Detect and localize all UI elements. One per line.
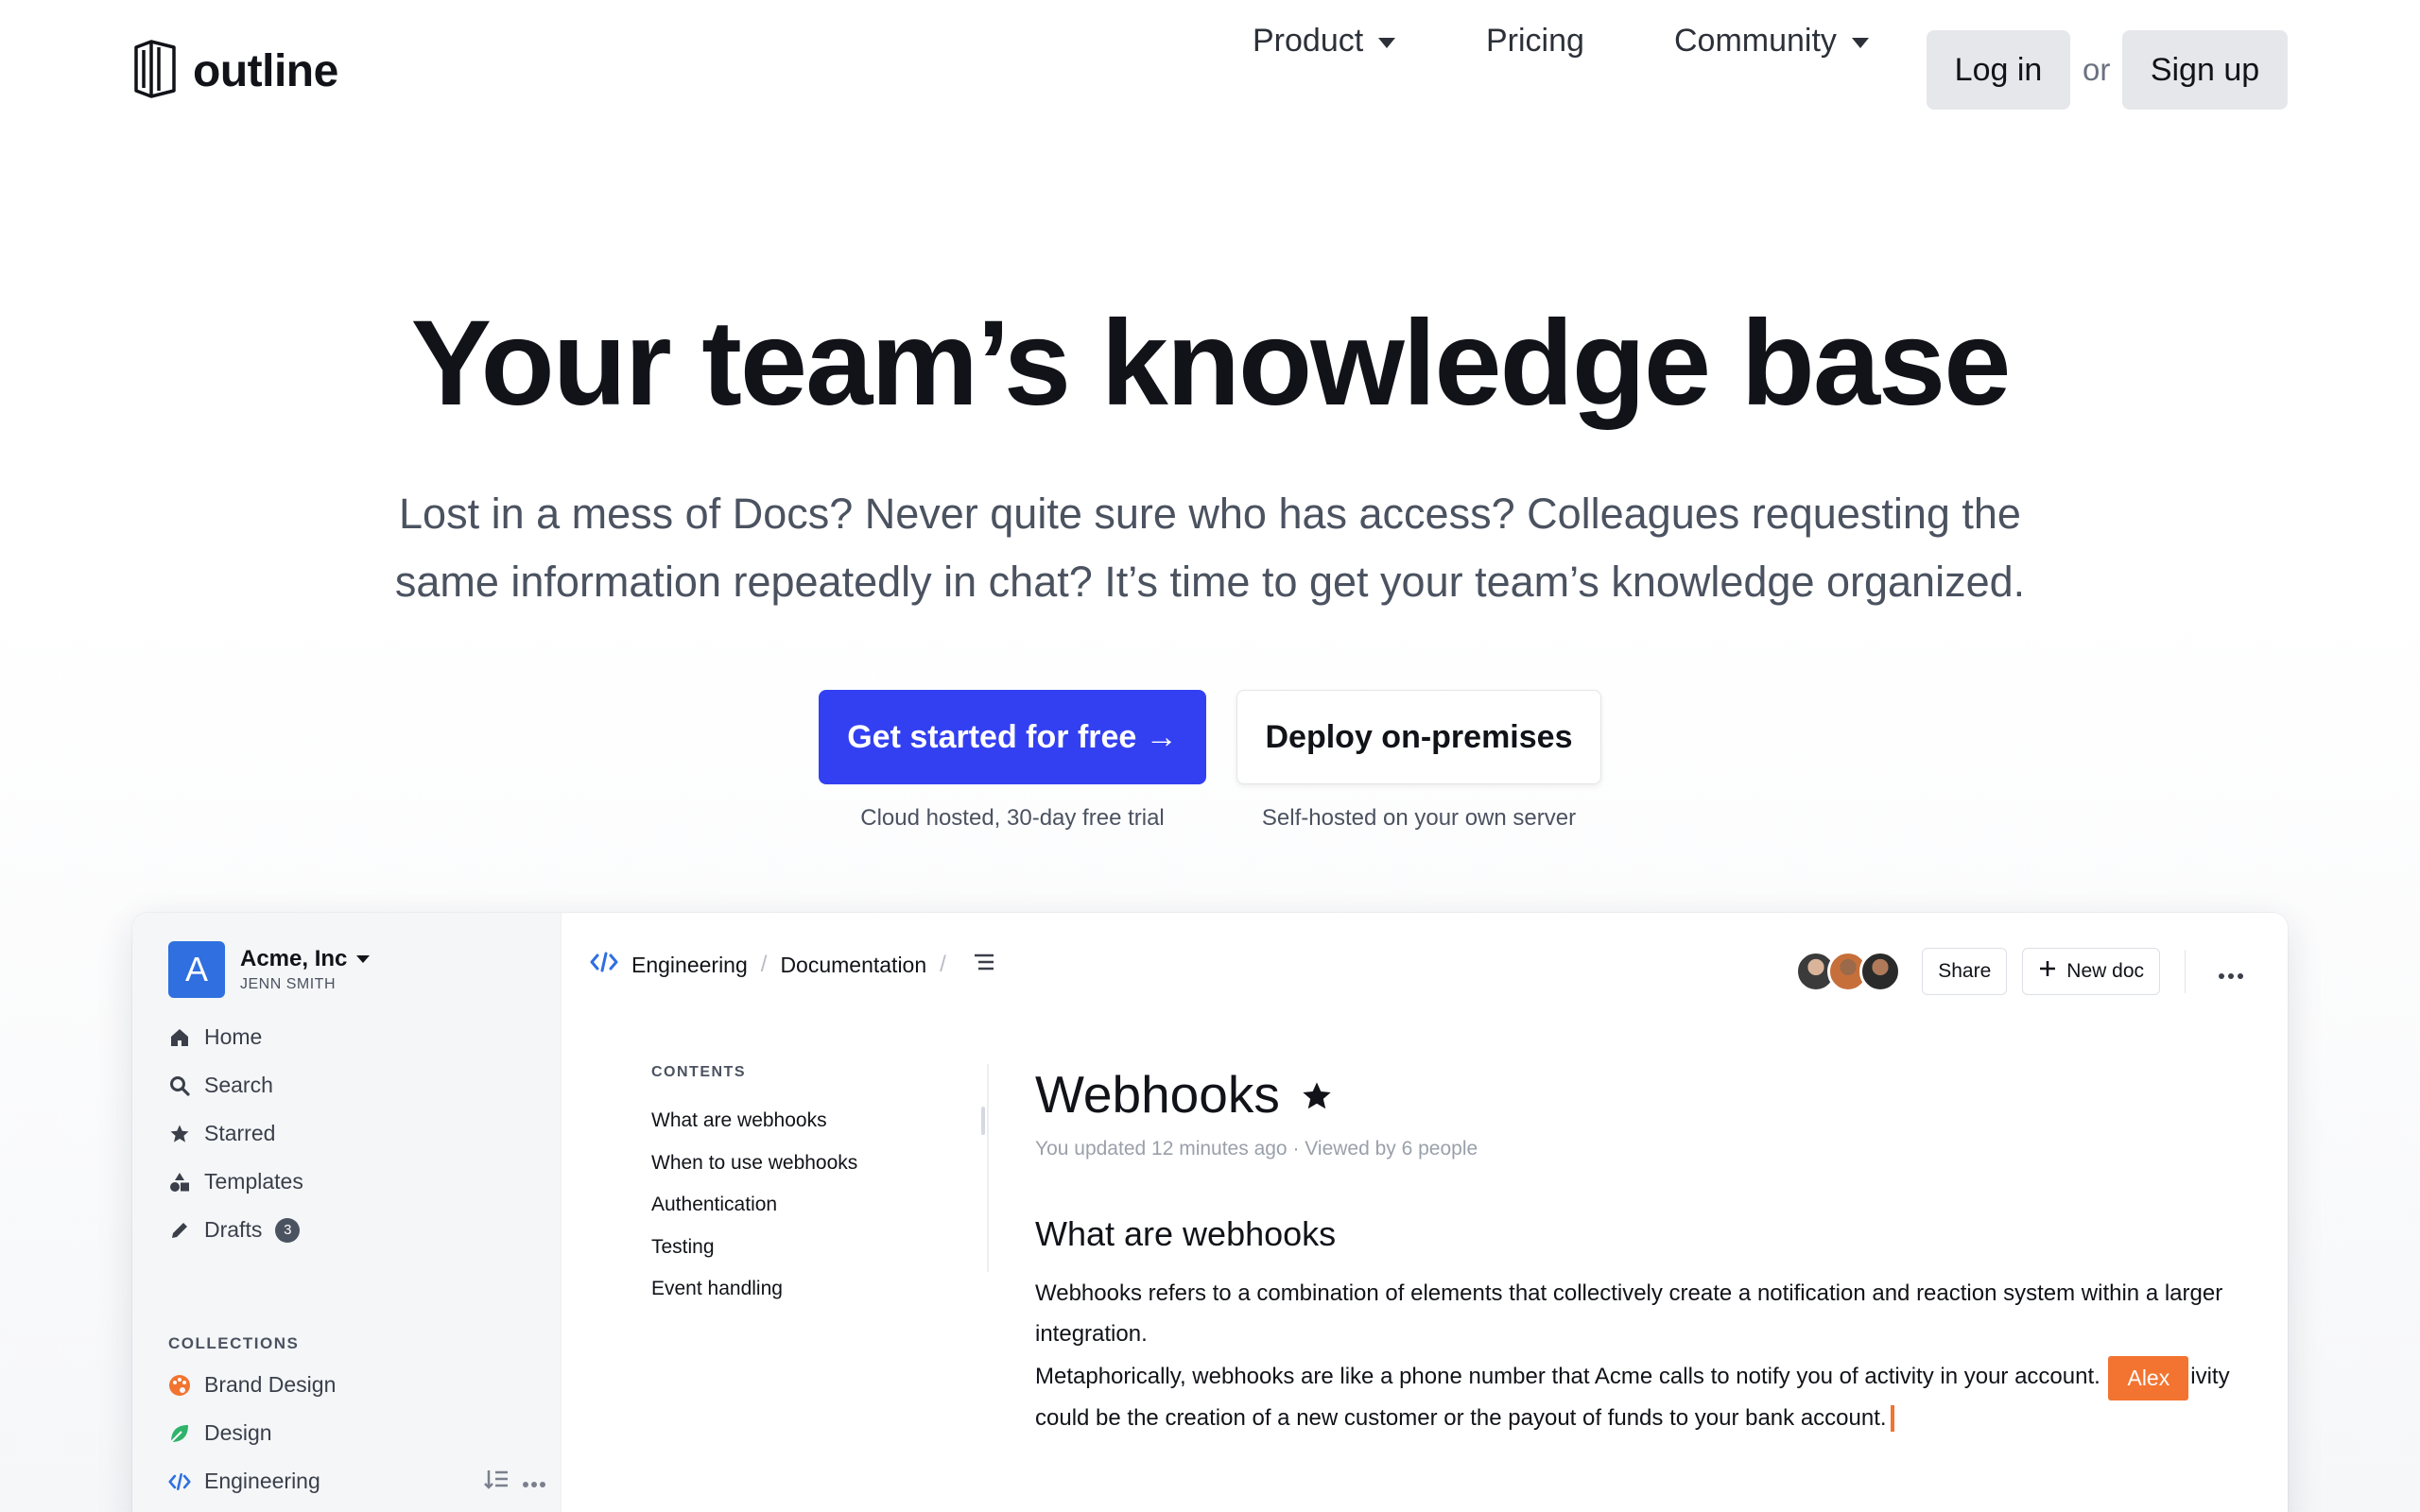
collaborator-cursor xyxy=(1890,1405,1894,1433)
avatar xyxy=(1859,951,1902,992)
more-options-icon[interactable] xyxy=(2210,955,2252,988)
sidebar-item-design[interactable]: Design xyxy=(168,1409,546,1457)
breadcrumb-collection[interactable]: Engineering xyxy=(631,953,748,978)
document-heading[interactable]: What are webhooks xyxy=(1035,1213,2264,1255)
outline-logo-icon xyxy=(130,39,180,103)
nav-community-label: Community xyxy=(1674,22,1837,59)
share-button[interactable]: Share xyxy=(1922,948,2008,995)
leaf-icon xyxy=(168,1422,191,1445)
self-hosted-caption: Self-hosted on your own server xyxy=(1261,805,1577,831)
brand-logo[interactable]: outline xyxy=(130,38,338,104)
caret-down-icon xyxy=(356,955,371,963)
signup-button[interactable]: Sign up xyxy=(2122,30,2288,110)
sidebar-item-templates[interactable]: Templates xyxy=(168,1158,303,1206)
sidebar-nav: Home Search Starred Templates Drafts 3 xyxy=(168,1013,303,1254)
collaborator-cursor-label: Alex xyxy=(2108,1356,2189,1400)
site-header: outline Product Pricing Community Log in… xyxy=(0,0,2420,142)
hero-subtitle: Lost in a mess of Docs? Never quite sure… xyxy=(394,490,2026,606)
collection-tools xyxy=(484,1468,546,1496)
sidebar-item-label: Starred xyxy=(204,1121,276,1145)
team-user: JENN SMITH xyxy=(240,976,336,992)
breadcrumb-separator: / xyxy=(940,952,946,977)
document-title-text[interactable]: Webhooks xyxy=(1035,1064,1280,1125)
sidebar: A Acme, Inc JENN SMITH Home Search Starr… xyxy=(132,913,562,1512)
brand-name: outline xyxy=(193,45,338,96)
nav-community[interactable]: Community xyxy=(1674,0,1869,81)
nav-pricing-label: Pricing xyxy=(1486,22,1584,59)
table-of-contents-icon[interactable] xyxy=(973,952,995,978)
toc-item[interactable]: Authentication xyxy=(651,1184,1029,1227)
sidebar-item-home[interactable]: Home xyxy=(168,1013,303,1061)
toc-item[interactable]: Event handling xyxy=(651,1268,1029,1311)
sidebar-item-drafts[interactable]: Drafts 3 xyxy=(168,1206,303,1254)
code-icon xyxy=(590,951,618,979)
new-doc-button[interactable]: New doc xyxy=(2022,948,2160,995)
get-started-button[interactable]: Get started for free → xyxy=(819,690,1206,784)
collections-list: Brand Design Design Engineering xyxy=(168,1361,546,1505)
collection-label: Design xyxy=(204,1420,272,1445)
divider xyxy=(2185,950,2186,993)
sidebar-item-brand-design[interactable]: Brand Design xyxy=(168,1361,546,1409)
document-paragraph[interactable]: Webhooks refers to a combination of elem… xyxy=(1035,1274,2264,1354)
cloud-caption: Cloud hosted, 30-day free trial xyxy=(860,805,1165,831)
search-icon xyxy=(168,1074,191,1097)
toc-item[interactable]: Testing xyxy=(651,1227,1029,1269)
document-meta: You updated 12 minutes ago · Viewed by 6… xyxy=(1035,1138,1478,1160)
sidebar-item-label: Drafts xyxy=(204,1217,263,1242)
document-paragraph[interactable]: Metaphorically, webhooks are like a phon… xyxy=(1035,1354,2264,1438)
team-name-label: Acme, Inc xyxy=(240,946,348,971)
hero-title: Your team’s knowledge base xyxy=(410,296,2012,431)
sidebar-item-engineering[interactable]: Engineering xyxy=(168,1457,546,1505)
document: Webhooks You updated 12 minutes ago · Vi… xyxy=(1035,1064,2264,1438)
home-icon xyxy=(168,1026,191,1049)
nav-product-label: Product xyxy=(1253,22,1364,59)
team-avatar: A xyxy=(168,941,225,998)
table-of-contents: CONTENTS What are webhooks When to use w… xyxy=(651,1064,1029,1311)
plus-icon xyxy=(2038,959,2057,984)
caret-down-icon xyxy=(1851,37,1869,48)
doc-header-actions: Share New doc xyxy=(1795,947,2252,996)
collaborator-avatars[interactable] xyxy=(1795,951,1902,992)
team-switcher[interactable]: A Acme, Inc JENN SMITH xyxy=(168,941,371,998)
sidebar-item-search[interactable]: Search xyxy=(168,1061,303,1109)
toc-item[interactable]: When to use webhooks xyxy=(651,1143,1029,1185)
sidebar-item-label: Home xyxy=(204,1024,263,1049)
palette-icon xyxy=(168,1374,191,1397)
collection-label: Brand Design xyxy=(204,1372,337,1397)
pencil-icon xyxy=(168,1219,191,1242)
sidebar-item-label: Search xyxy=(204,1073,273,1097)
team-name: Acme, Inc xyxy=(240,946,371,972)
breadcrumb-doc[interactable]: Documentation xyxy=(780,953,926,978)
caret-down-icon xyxy=(1378,37,1396,48)
app-preview: A Acme, Inc JENN SMITH Home Search Starr… xyxy=(132,913,2288,1512)
document-title: Webhooks xyxy=(1035,1064,2264,1125)
deploy-on-premises-button[interactable]: Deploy on-premises xyxy=(1236,690,1601,784)
breadcrumb: Engineering / Documentation / xyxy=(590,941,995,988)
collections-heading: COLLECTIONS xyxy=(168,1334,300,1352)
more-icon[interactable] xyxy=(522,1469,546,1494)
sort-icon[interactable] xyxy=(484,1468,509,1496)
star-icon xyxy=(168,1123,191,1145)
new-doc-label: New doc xyxy=(2066,960,2144,982)
toc-divider xyxy=(987,1064,989,1272)
nav-product[interactable]: Product xyxy=(1253,0,1396,81)
nav-pricing[interactable]: Pricing xyxy=(1486,0,1584,81)
or-text: or xyxy=(2083,52,2111,87)
sidebar-item-starred[interactable]: Starred xyxy=(168,1109,303,1158)
code-icon xyxy=(168,1470,191,1493)
collection-label: Engineering xyxy=(204,1469,320,1493)
paragraph-text: Metaphorically, webhooks are like a phon… xyxy=(1035,1364,2100,1389)
drafts-count-badge: 3 xyxy=(275,1217,301,1243)
contents-title: CONTENTS xyxy=(651,1064,746,1080)
star-icon[interactable] xyxy=(1301,1064,1333,1125)
shapes-icon xyxy=(168,1171,191,1194)
toc-item[interactable]: What are webhooks xyxy=(651,1100,1029,1143)
toc-active-indicator xyxy=(981,1107,985,1135)
login-button[interactable]: Log in xyxy=(1927,30,2070,110)
sidebar-item-label: Templates xyxy=(204,1169,303,1194)
breadcrumb-separator: / xyxy=(760,952,768,977)
